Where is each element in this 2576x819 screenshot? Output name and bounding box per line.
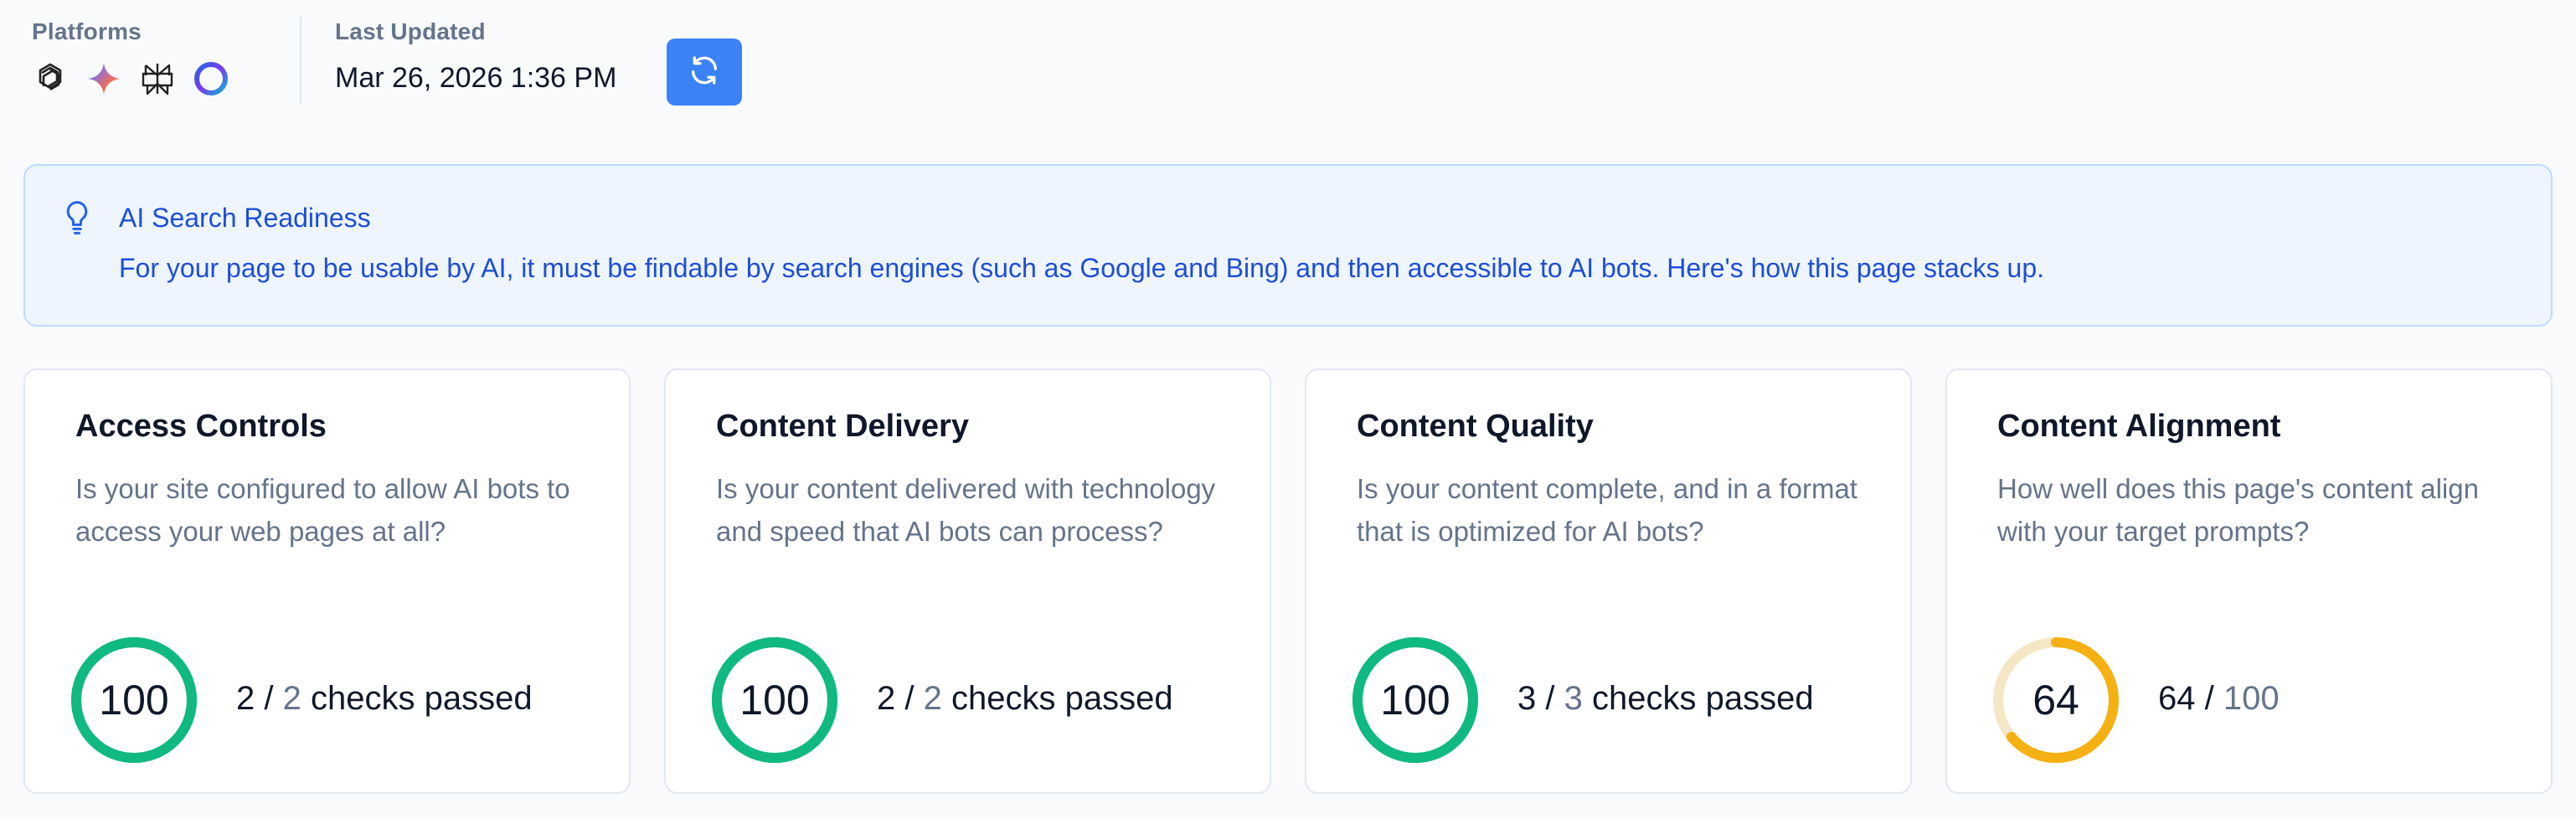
checks-total: 100 — [2223, 680, 2280, 717]
platforms-section: Platforms — [32, 18, 266, 97]
gemini-icon[interactable] — [85, 60, 122, 97]
checks-total: 2 — [923, 680, 942, 717]
checks-summary: 2 / 2 checks passed — [236, 680, 533, 718]
banner-text: For your page to be usable by AI, it mus… — [119, 253, 2045, 283]
checks-passed: 3 — [1517, 680, 1537, 717]
readiness-cards: Access Controls Is your site configured … — [23, 368, 2553, 794]
checks-separator: / — [2204, 680, 2223, 717]
lightbulb-icon — [60, 199, 94, 236]
platform-icons — [32, 60, 266, 97]
score-gauge: 100 — [1352, 636, 1479, 764]
checks-summary: 2 / 2 checks passed — [877, 680, 1173, 718]
card-description: Is your content delivered with technolog… — [716, 473, 1216, 547]
header-divider — [300, 17, 301, 104]
checks-passed: 2 — [236, 680, 255, 717]
checks-passed: 64 — [2158, 680, 2196, 717]
checks-total: 2 — [282, 680, 301, 717]
card-title: Content Delivery — [716, 409, 969, 444]
toolbar: Platforms Last Updated Mar 26, 2026 1:36… — [32, 17, 743, 111]
card-description: Is your content complete, and in a forma… — [1357, 473, 1857, 547]
score-gauge: 100 — [711, 636, 838, 764]
score-value: 64 — [2032, 677, 2079, 724]
refresh-button[interactable] — [667, 39, 743, 106]
checks-separator: / — [1545, 680, 1564, 717]
refresh-icon — [688, 54, 721, 91]
card-content-quality[interactable]: Content Quality Is your content complete… — [1305, 368, 1912, 794]
platforms-label: Platforms — [32, 18, 142, 44]
checks-summary: 64 / 100 — [2158, 680, 2280, 718]
card-title: Access Controls — [75, 409, 327, 444]
card-description: Is your site configured to allow AI bots… — [75, 473, 570, 547]
ai-readiness-banner: AI Search Readiness For your page to be … — [23, 164, 2553, 327]
checks-total: 3 — [1564, 680, 1583, 717]
checks-separator: / — [264, 680, 283, 717]
checks-passed: 2 — [877, 680, 896, 717]
card-title: Content Quality — [1357, 409, 1594, 444]
score-gauge: 100 — [70, 636, 198, 764]
last-updated-label: Last Updated — [335, 18, 486, 44]
checks-separator: / — [904, 680, 924, 717]
ai-readiness-page: Platforms Last Updated Mar 26, 2026 1:36… — [0, 0, 2576, 819]
checks-suffix: checks passed — [951, 680, 1173, 717]
openai-icon[interactable] — [32, 60, 69, 97]
checks-suffix: checks passed — [310, 680, 533, 717]
score-gauge: 64 — [1992, 636, 2120, 764]
card-content-alignment[interactable]: Content Alignment How well does this pag… — [1945, 368, 2553, 794]
last-updated-value: Mar 26, 2026 1:36 PM — [335, 62, 617, 94]
score-value: 100 — [739, 677, 810, 724]
score-value: 100 — [99, 677, 169, 724]
card-description: How well does this page's content align … — [1997, 473, 2479, 547]
card-title: Content Alignment — [1997, 409, 2281, 444]
checks-suffix: checks passed — [1591, 680, 1814, 717]
copilot-icon[interactable] — [193, 60, 229, 97]
banner-title: AI Search Readiness — [119, 203, 371, 233]
perplexity-icon[interactable] — [139, 60, 176, 97]
card-content-delivery[interactable]: Content Delivery Is your content deliver… — [664, 368, 1271, 794]
card-access-controls[interactable]: Access Controls Is your site configured … — [23, 368, 631, 794]
checks-summary: 3 / 3 checks passed — [1517, 680, 1814, 718]
score-value: 100 — [1380, 677, 1450, 724]
last-updated-section: Last Updated Mar 26, 2026 1:36 PM — [335, 18, 616, 95]
